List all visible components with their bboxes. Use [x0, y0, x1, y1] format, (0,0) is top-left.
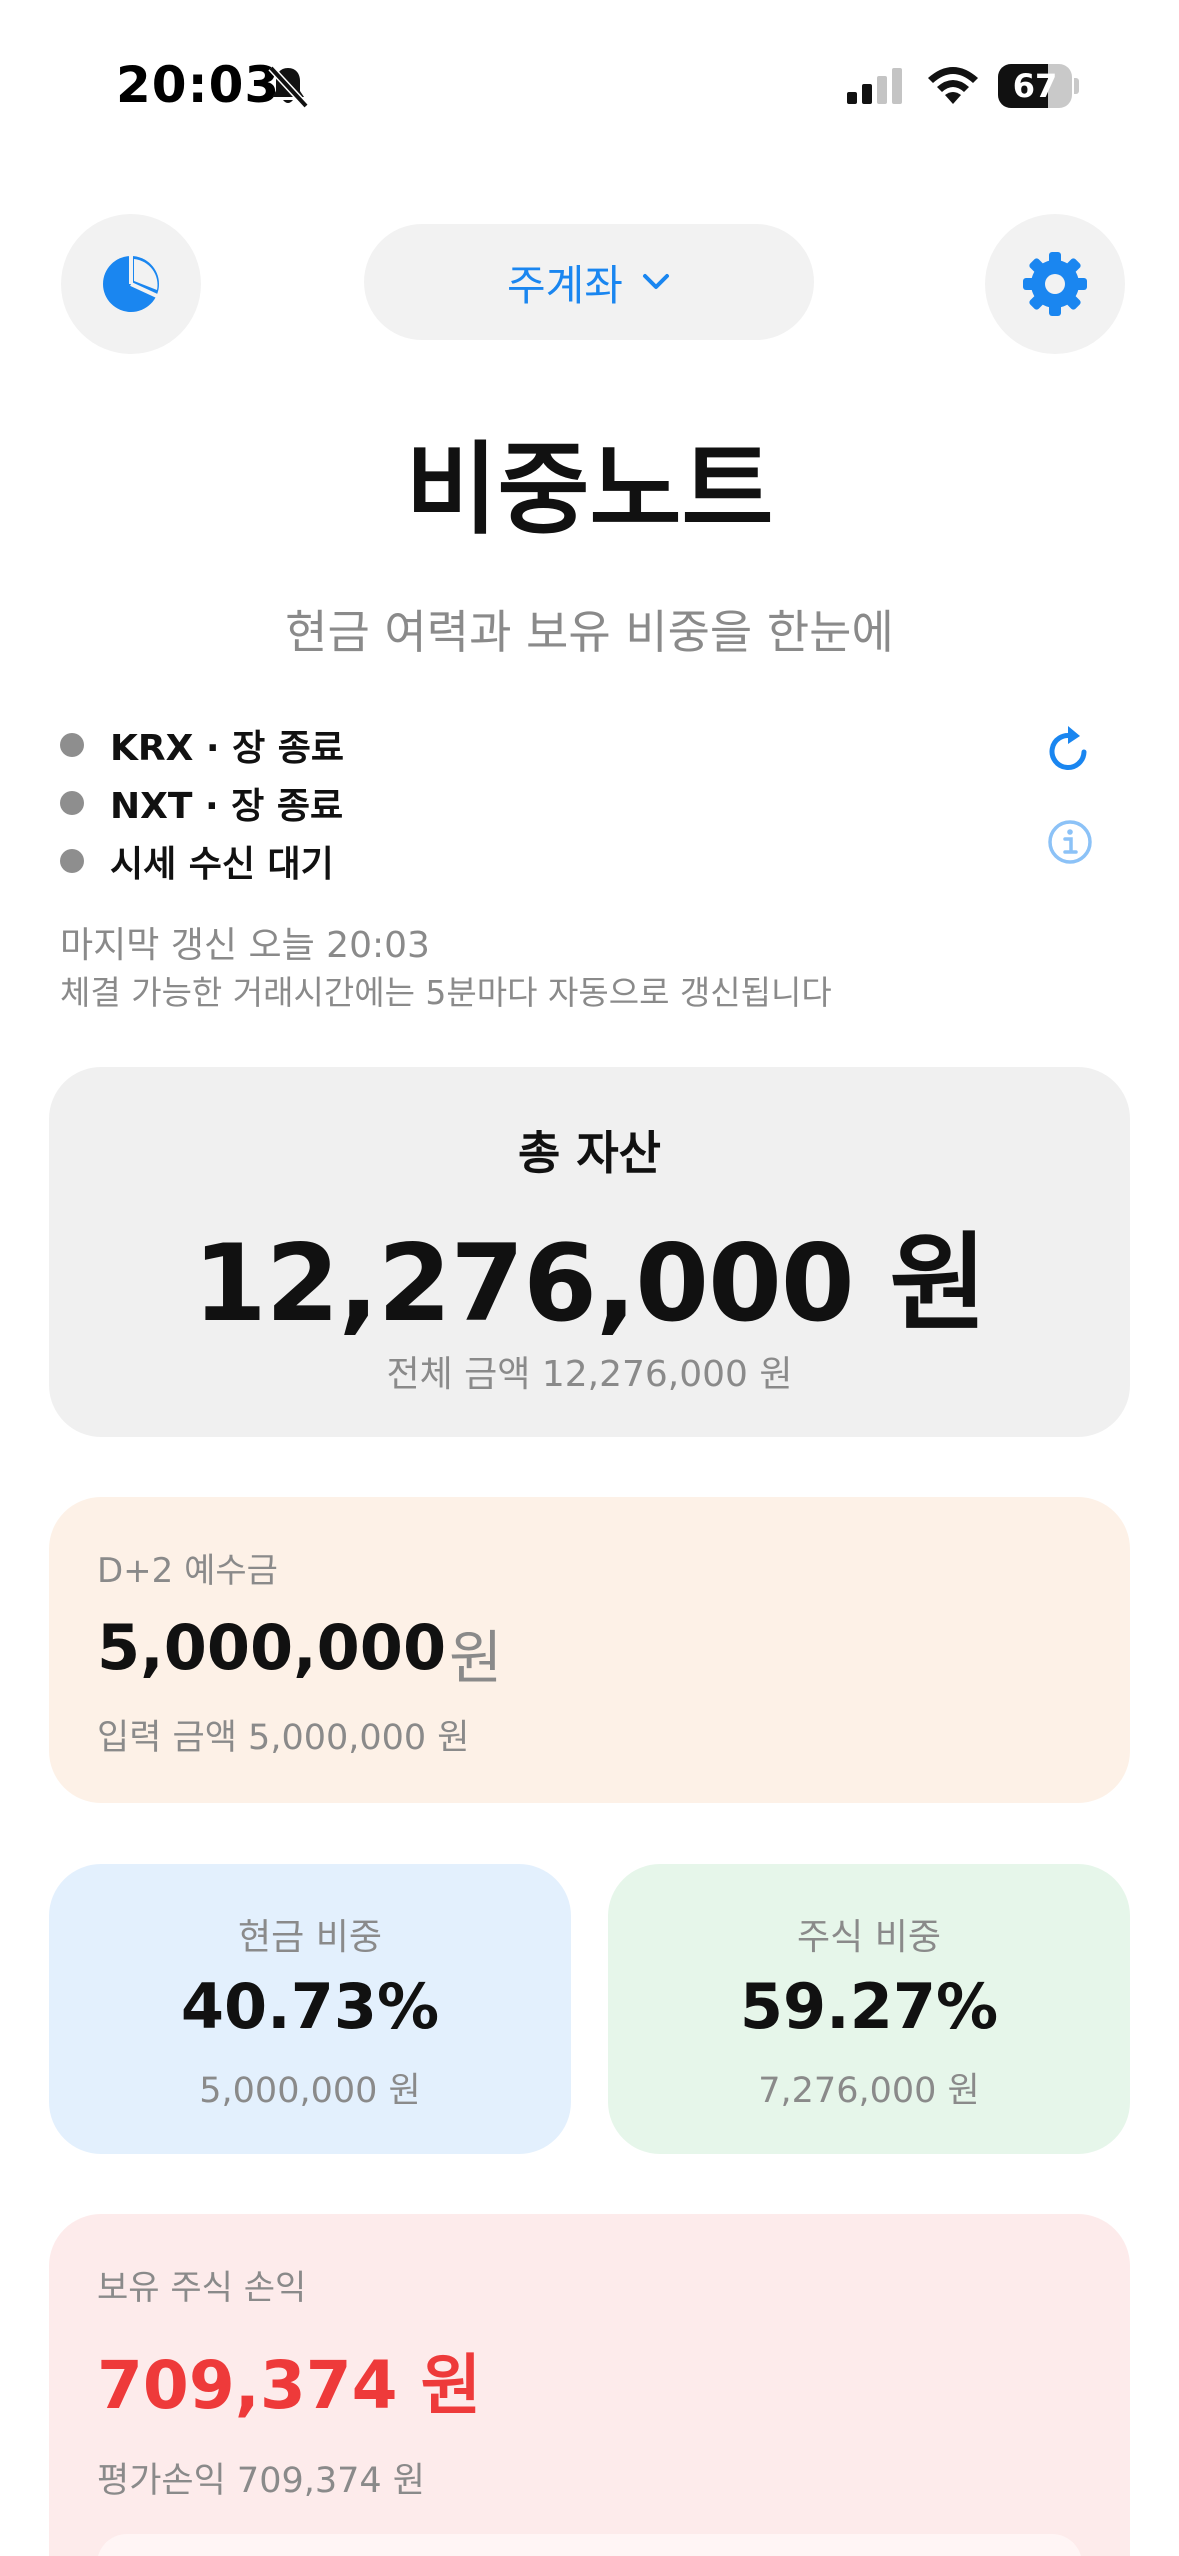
market-status-nxt: NXT · 장 종료: [60, 774, 344, 832]
last-update-text: 마지막 갱신 오늘 20:03: [60, 925, 430, 966]
market-status-feed: 시세 수신 대기: [60, 832, 344, 890]
bell-slash-icon: [268, 65, 309, 109]
refresh-icon[interactable]: [1044, 722, 1094, 776]
profit-loss-value: 709,374 원: [97, 2347, 482, 2424]
status-dot: [60, 733, 84, 757]
settings-button[interactable]: [985, 214, 1125, 354]
market-status-text: 시세 수신 대기: [110, 844, 334, 885]
cash-ratio-amount: 5,000,000 원: [199, 2071, 421, 2111]
status-dot: [60, 791, 84, 815]
status-bar: 20:03 67: [0, 0, 1179, 170]
deposit-label: D+2 예수금: [97, 1551, 278, 1591]
market-status-list: KRX · 장 종료 NXT · 장 종료 시세 수신 대기: [60, 716, 344, 890]
account-label: 주계좌: [507, 260, 623, 310]
wifi-icon: [928, 67, 978, 104]
signal-icon: [847, 68, 902, 104]
gear-icon: [1023, 252, 1087, 316]
stock-ratio-amount: 7,276,000 원: [758, 2071, 980, 2111]
profit-loss-label: 보유 주식 손익: [97, 2268, 307, 2308]
status-dot: [60, 849, 84, 873]
total-assets-label: 총 자산: [518, 1126, 661, 1180]
battery-indicator: 67: [998, 64, 1079, 108]
chevron-down-icon: [642, 274, 669, 289]
total-assets-card: 총 자산 12,276,000 원 전체 금액 12,276,000 원: [49, 1067, 1130, 1437]
status-time: 20:03: [116, 56, 281, 114]
profit-loss-card: 보유 주식 손익 709,374 원 평가손익 709,374 원: [49, 2214, 1130, 2556]
portfolio-chart-button[interactable]: [61, 214, 201, 354]
cash-ratio-value: 40.73%: [180, 1970, 440, 2043]
stock-ratio-value: 59.27%: [739, 1970, 999, 2043]
cash-ratio-label: 현금 비중: [238, 1917, 382, 1958]
app-subtitle: 현금 여력과 보유 비중을 한눈에: [285, 605, 894, 659]
account-selector[interactable]: 주계좌: [364, 224, 814, 340]
pie-chart-icon: [103, 256, 159, 312]
deposit-sub: 입력 금액 5,000,000 원: [97, 1718, 470, 1758]
total-assets-sub: 전체 금액 12,276,000 원: [386, 1354, 793, 1395]
market-status-text: NXT · 장 종료: [110, 786, 344, 827]
info-icon[interactable]: [1046, 818, 1094, 866]
deposit-unit: 원: [449, 1624, 503, 1692]
stock-ratio-card: 주식 비중 59.27% 7,276,000 원: [608, 1864, 1130, 2154]
auto-refresh-note: 체결 가능한 거래시간에는 5분마다 자동으로 갱신됩니다: [60, 973, 832, 1012]
cash-ratio-card: 현금 비중 40.73% 5,000,000 원: [49, 1864, 571, 2154]
app-title: 비중노트: [405, 431, 774, 548]
deposit-card[interactable]: D+2 예수금 5,000,000 원 입력 금액 5,000,000 원: [49, 1497, 1130, 1803]
holdings-list-panel: [97, 2534, 1082, 2556]
deposit-input[interactable]: 5,000,000: [97, 1611, 446, 1684]
total-assets-value: 12,276,000 원: [193, 1222, 987, 1345]
stock-ratio-label: 주식 비중: [797, 1917, 941, 1958]
profit-loss-sub: 평가손익 709,374 원: [97, 2461, 425, 2501]
battery-level: 67: [1012, 67, 1058, 105]
market-status-krx: KRX · 장 종료: [60, 716, 344, 774]
market-status-text: KRX · 장 종료: [110, 728, 345, 769]
